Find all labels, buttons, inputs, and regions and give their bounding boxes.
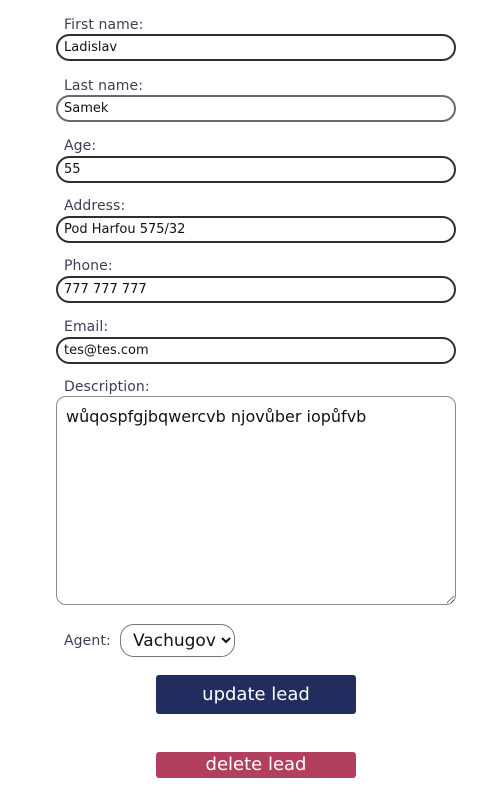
agent-select[interactable]: Vachugov (120, 624, 235, 657)
agent-label: Agent: (64, 633, 111, 649)
delete-lead-button[interactable]: delete lead (156, 752, 356, 778)
phone-input[interactable] (56, 276, 456, 303)
first-name-label: First name: (64, 17, 144, 33)
last-name-input[interactable] (56, 95, 456, 122)
first-name-input[interactable] (56, 34, 456, 61)
address-input[interactable] (56, 216, 456, 243)
description-label: Description: (64, 379, 150, 395)
description-textarea[interactable]: wůqospfgjbqwercvb njovůber iopůfvb (56, 396, 456, 605)
phone-label: Phone: (64, 258, 113, 274)
email-input[interactable] (56, 337, 456, 364)
age-label: Age: (64, 138, 97, 154)
age-input[interactable] (56, 156, 456, 183)
last-name-label: Last name: (64, 78, 144, 94)
update-lead-button[interactable]: update lead (156, 675, 356, 714)
email-label: Email: (64, 319, 109, 335)
address-label: Address: (64, 198, 126, 214)
